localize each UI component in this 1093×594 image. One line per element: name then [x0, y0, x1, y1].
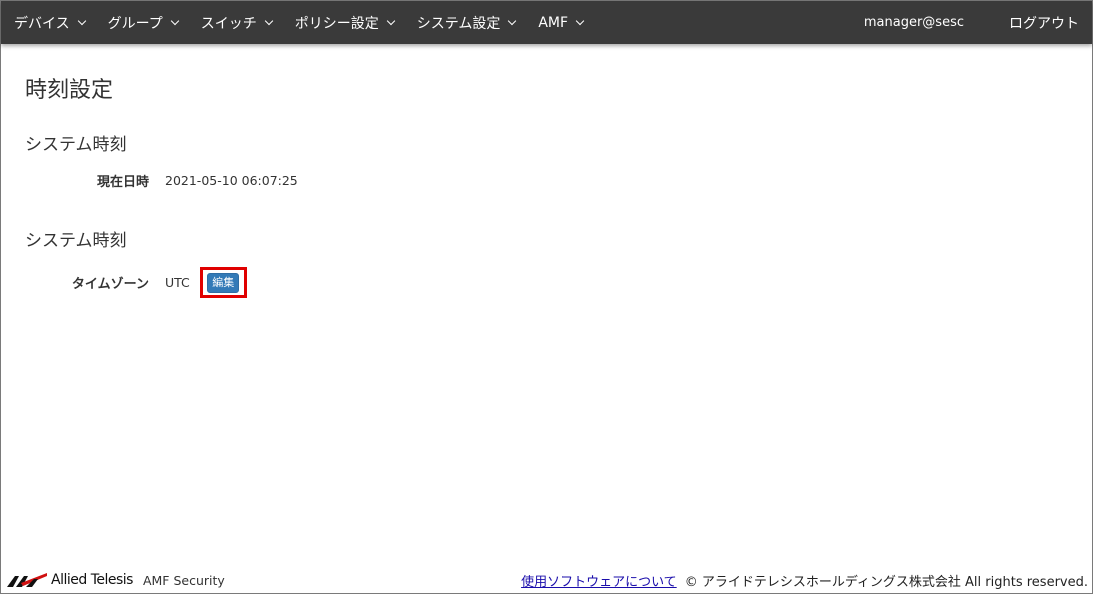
brand-name: Allied Telesis	[51, 572, 133, 588]
copyright-text: © アライドテレシスホールディングス株式会社 All rights reserv…	[684, 574, 1088, 590]
current-datetime-label: 現在日時	[96, 175, 149, 190]
footer-right: 使用ソフトウェアについて © アライドテレシスホールディングス株式会社 All …	[521, 571, 1088, 590]
nav-right: manager@sesc ログアウト	[864, 1, 1092, 44]
nav-item-label: グループ	[107, 15, 163, 32]
nav-item-label: システム設定	[416, 15, 501, 32]
product-name: AMF Security	[142, 572, 225, 588]
highlight-box: 編集	[199, 267, 247, 298]
nav-item-system-settings[interactable]: システム設定	[416, 1, 517, 44]
footer: Allied Telesis AMF Security 使用ソフトウェアについて…	[1, 567, 1092, 593]
edit-timezone-button[interactable]: 編集	[207, 272, 240, 293]
top-navbar: デバイス グループ スイッチ ポリシー設定 システム設定 AMF manager…	[1, 1, 1092, 44]
allied-telesis-logo-icon	[7, 573, 47, 587]
timezone-label: タイムゾーン	[71, 277, 149, 292]
chevron-down-icon	[170, 16, 180, 25]
nav-item-label: AMF	[538, 14, 569, 31]
nav-item-groups[interactable]: グループ	[107, 1, 180, 44]
chevron-down-icon	[575, 16, 585, 25]
logout-button[interactable]: ログアウト	[1009, 13, 1079, 33]
page-title: 時刻設定	[25, 78, 114, 103]
chevron-down-icon	[264, 16, 274, 25]
chevron-down-icon	[508, 16, 517, 25]
current-datetime-value: 2021-05-10 06:07:25	[165, 173, 298, 188]
chevron-down-icon	[77, 16, 86, 25]
current-user: manager@sesc	[863, 15, 964, 30]
nav-item-label: デバイス	[14, 15, 70, 32]
nav-item-devices[interactable]: デバイス	[14, 1, 86, 44]
software-info-link[interactable]: 使用ソフトウェアについて	[521, 571, 677, 590]
timezone-row: タイムゾーン UTC 編集	[1, 267, 247, 298]
nav-item-label: スイッチ	[200, 15, 257, 32]
nav-item-switches[interactable]: スイッチ	[200, 1, 274, 44]
section-title-system-time: システム時刻	[25, 135, 127, 155]
company-logo: Allied Telesis	[7, 572, 133, 588]
current-datetime-row: 現在日時 2021-05-10 06:07:25	[1, 171, 298, 190]
timezone-value: UTC	[165, 275, 190, 290]
nav-menu: デバイス グループ スイッチ ポリシー設定 システム設定 AMF	[1, 1, 606, 44]
nav-item-amf[interactable]: AMF	[538, 1, 585, 44]
nav-item-policy-settings[interactable]: ポリシー設定	[294, 1, 396, 44]
chevron-down-icon	[386, 16, 396, 25]
nav-item-label: ポリシー設定	[294, 15, 379, 32]
section-title-timezone: システム時刻	[25, 231, 127, 251]
